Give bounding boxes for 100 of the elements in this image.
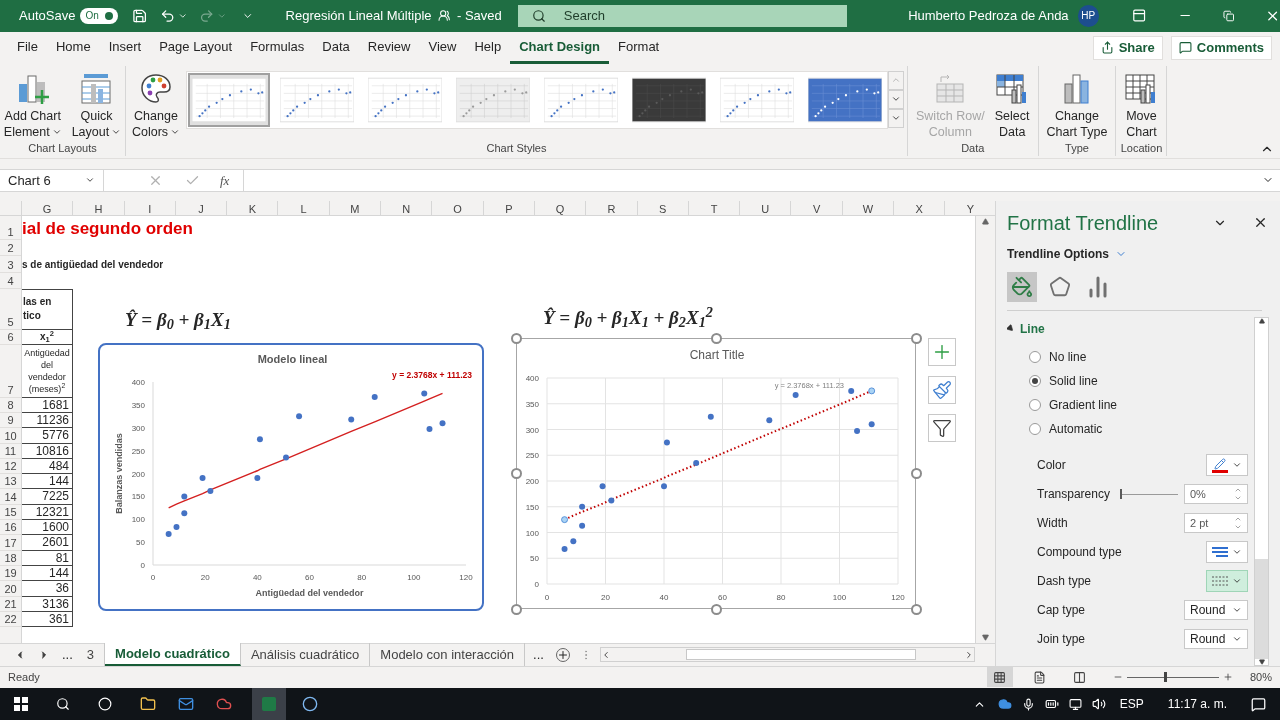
horizontal-scrollbar[interactable] <box>599 647 975 663</box>
pane-scrollbar[interactable] <box>1254 316 1269 666</box>
network-icon[interactable] <box>1068 697 1082 711</box>
transparency-slider[interactable] <box>1120 489 1178 500</box>
row-header[interactable]: 13 <box>0 474 21 490</box>
ribbon-tab[interactable]: Data <box>313 31 359 64</box>
microphone-icon[interactable] <box>1021 697 1035 711</box>
column-header[interactable]: G <box>22 200 74 215</box>
app-icon[interactable] <box>216 696 232 712</box>
dropdown-field[interactable]: Round <box>1184 629 1248 650</box>
ribbon-command[interactable]: Change Chart Type <box>1042 65 1112 140</box>
resize-handle[interactable] <box>711 603 722 615</box>
chart-styles-button[interactable] <box>928 375 956 404</box>
row-header[interactable]: 14 <box>0 489 21 505</box>
ribbon-command[interactable]: Quick Layout <box>67 65 126 140</box>
chart-filters-button[interactable] <box>928 413 956 442</box>
share-button[interactable]: Share <box>1092 35 1163 60</box>
more-sheets-button[interactable]: ... <box>529 644 548 665</box>
column-header[interactable]: V <box>791 200 843 215</box>
row-header[interactable]: 4 <box>0 272 21 289</box>
comments-button[interactable]: Comments <box>1170 35 1272 60</box>
column-header[interactable]: W <box>842 200 895 215</box>
column-header[interactable]: S <box>637 200 689 215</box>
ribbon-tab[interactable]: View <box>419 31 466 64</box>
ribbon-tab[interactable]: Formulas <box>241 31 314 64</box>
column-header[interactable]: J <box>175 200 228 215</box>
transparency-field[interactable]: 0% <box>1184 484 1248 505</box>
restore-icon[interactable] <box>1223 10 1235 22</box>
radio-option[interactable]: Automatic <box>1007 416 1254 441</box>
record-icon[interactable] <box>302 696 318 712</box>
column-header[interactable]: N <box>381 200 433 215</box>
row-header[interactable]: 1 <box>0 215 21 240</box>
folder-icon[interactable] <box>140 696 156 712</box>
ribbon-command[interactable]: Select Data <box>990 65 1034 140</box>
ribbon-tab[interactable]: File <box>8 31 47 64</box>
cortana-icon[interactable] <box>98 697 112 711</box>
more-sheets-button[interactable]: ... <box>58 644 77 665</box>
column-header[interactable]: T <box>688 200 741 215</box>
ribbon-command[interactable]: Change Colors <box>127 65 185 140</box>
row-header[interactable]: 20 <box>0 581 21 597</box>
row-header[interactable]: 5 <box>0 288 21 330</box>
radio-button[interactable] <box>1029 374 1041 387</box>
insert-function-button[interactable]: fx <box>220 170 230 191</box>
resize-handle[interactable] <box>511 603 522 615</box>
ribbon-tab[interactable]: Home <box>46 31 100 64</box>
resize-handle[interactable] <box>911 468 922 480</box>
column-header[interactable]: U <box>740 200 792 215</box>
column-header[interactable]: Q <box>534 200 587 215</box>
windows-icon[interactable] <box>14 697 28 711</box>
zoom-level[interactable]: 80% <box>1249 669 1272 686</box>
column-header[interactable]: H <box>73 200 125 215</box>
ribbon-tab[interactable]: Insert <box>99 31 151 64</box>
input-language[interactable]: ESP <box>1119 695 1144 713</box>
ribbon-tab[interactable]: Format <box>609 31 669 64</box>
scroll-up-icon[interactable] <box>1258 317 1265 324</box>
user-avatar[interactable]: HP <box>1077 5 1099 27</box>
search-field[interactable]: Search <box>517 5 848 27</box>
zoom-slider[interactable] <box>1126 672 1219 683</box>
section-header[interactable]: Line <box>1007 316 1254 341</box>
scroll-down-icon[interactable] <box>982 633 989 641</box>
ribbon-tab[interactable]: Page Layout <box>150 31 242 64</box>
radio-option[interactable]: Gradient line <box>1007 392 1254 417</box>
battery-icon[interactable] <box>1044 697 1059 711</box>
column-header[interactable]: P <box>483 200 535 215</box>
name-box[interactable]: Chart 6 <box>0 169 104 191</box>
radio-button[interactable] <box>1029 398 1041 411</box>
sheet-tab[interactable]: Modelo cuadrático <box>105 643 241 667</box>
column-header[interactable]: K <box>227 200 279 215</box>
row-header[interactable]: 18 <box>0 550 21 566</box>
row-header[interactable]: 15 <box>0 504 21 521</box>
view-button[interactable] <box>986 667 1013 688</box>
scroll-down-icon[interactable] <box>1258 658 1265 665</box>
resize-handle[interactable] <box>511 332 522 344</box>
trendline[interactable] <box>167 392 444 509</box>
column-header[interactable]: L <box>278 200 330 215</box>
notifications-icon[interactable] <box>1251 696 1266 712</box>
scroll-up-icon[interactable] <box>982 217 989 225</box>
caret-icon[interactable] <box>177 11 188 21</box>
trendline-handle[interactable] <box>868 387 876 394</box>
ribbon-display-icon[interactable] <box>1131 8 1146 24</box>
row-header[interactable]: 2 <box>0 239 21 256</box>
undo-icon[interactable] <box>160 8 176 24</box>
row-header[interactable]: 8 <box>0 397 21 413</box>
row-header[interactable]: 12 <box>0 458 21 475</box>
row-header[interactable]: 9 <box>0 413 21 429</box>
radio-option[interactable]: Solid line <box>1007 368 1254 393</box>
clock[interactable]: 11:17 a. m. <box>1167 695 1227 713</box>
ribbon-command[interactable]: Add Chart Element <box>0 65 66 140</box>
row-header[interactable]: 6 <box>0 329 21 345</box>
scroll-right-icon[interactable] <box>964 649 974 660</box>
dropdown-field[interactable]: Round <box>1184 600 1248 621</box>
zoom-in-icon[interactable] <box>1222 672 1233 683</box>
column-header[interactable]: M <box>329 200 382 215</box>
speaker-icon[interactable] <box>1091 697 1106 711</box>
row-header[interactable]: 21 <box>0 596 21 612</box>
resize-handle[interactable] <box>911 603 922 615</box>
mail-icon[interactable] <box>178 696 194 712</box>
save-icon[interactable] <box>132 8 148 24</box>
column-header[interactable]: R <box>586 200 638 215</box>
trendline-options-dropdown[interactable]: Trendline Options <box>1007 242 1127 265</box>
